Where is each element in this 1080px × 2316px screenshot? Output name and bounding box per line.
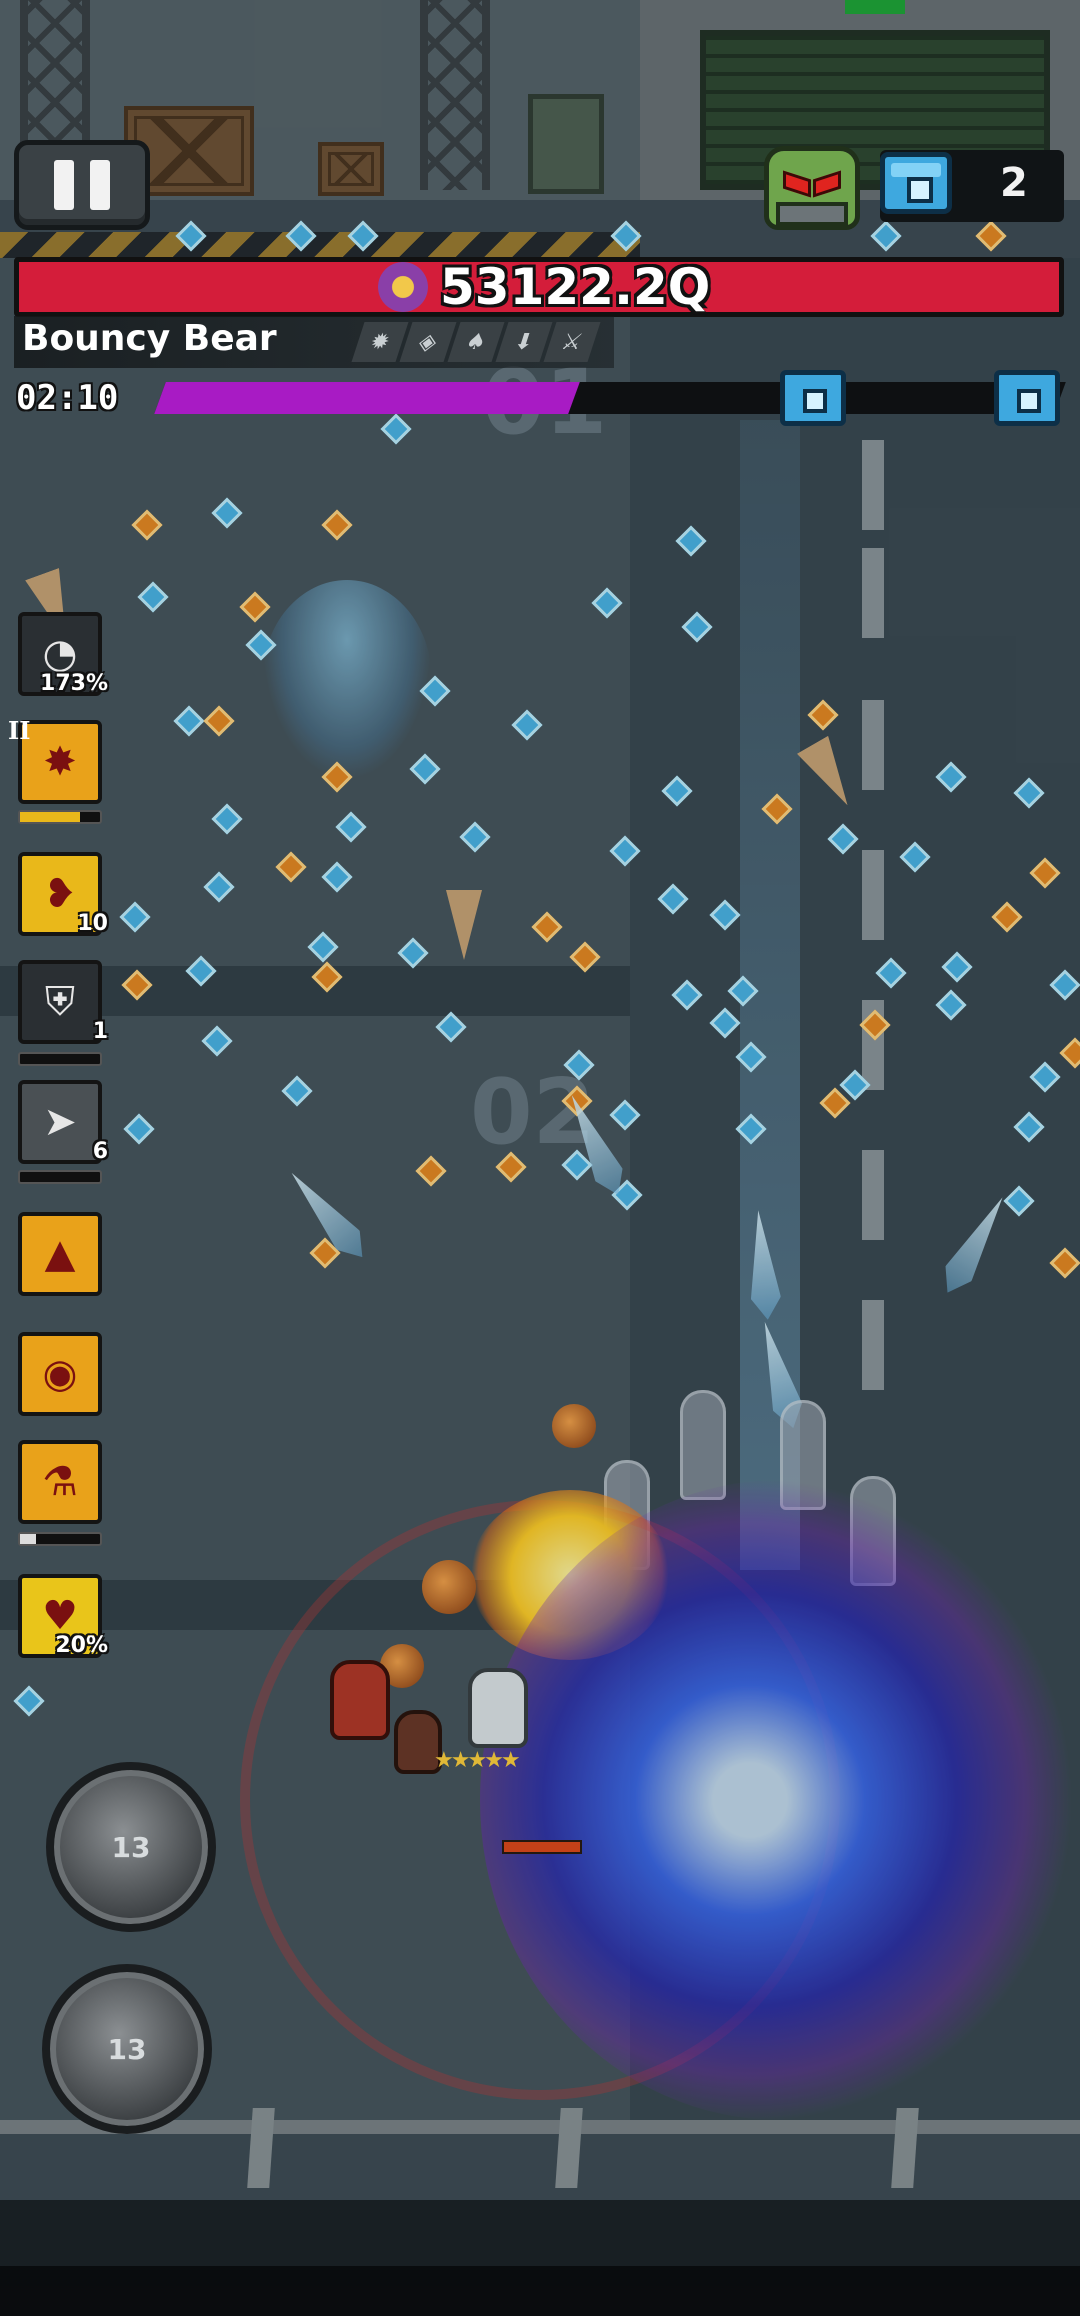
tornado-effect bbox=[262, 580, 432, 780]
penguin-upgrade-icon: ▲ bbox=[44, 1231, 76, 1277]
dash-skill-button[interactable]: 13 bbox=[42, 1964, 212, 2134]
skill-slot-cat-face: ◉ bbox=[18, 1332, 102, 1416]
boss-hp-icon bbox=[378, 262, 428, 312]
skill-progress-fill bbox=[20, 1534, 36, 1544]
rail-post bbox=[891, 2108, 919, 2188]
wave-timer: 02:10 bbox=[16, 378, 119, 418]
player-stars: ★★★★★ bbox=[434, 1748, 521, 1773]
rail-post bbox=[247, 2108, 275, 2188]
skill-progress-bar bbox=[18, 1052, 102, 1066]
skill-slot-shield: ⛨ 1 bbox=[18, 960, 108, 1044]
skill-badge: 173% bbox=[40, 671, 108, 696]
burst-icon: ✸ bbox=[43, 739, 77, 785]
skill-badge: 1 bbox=[92, 1019, 108, 1044]
shield-icon: ⛨ bbox=[45, 979, 75, 1025]
hero-penguin bbox=[468, 1668, 528, 1748]
skill-progress-bar bbox=[18, 810, 102, 824]
skill-slot-drill: ➤ 6 bbox=[18, 1080, 108, 1164]
skill-badge: 6 bbox=[92, 1139, 108, 1164]
boss-jaw bbox=[776, 202, 848, 226]
system-bottom-bar bbox=[0, 2266, 1080, 2316]
pause-button[interactable] bbox=[14, 140, 150, 230]
pause-icon bbox=[90, 160, 110, 210]
skill-tier: II bbox=[8, 716, 31, 745]
hazard-stripe bbox=[0, 232, 640, 258]
garage-light bbox=[845, 0, 905, 14]
lane-dash bbox=[862, 548, 884, 638]
gem bbox=[975, 220, 1007, 252]
wave-progress-fill bbox=[154, 382, 580, 414]
skill-slot-speedometer: ◔ 173% bbox=[18, 612, 108, 696]
lane-dash bbox=[862, 440, 884, 530]
treasure-chest-icon[interactable] bbox=[880, 152, 952, 214]
skill-badge: 10 bbox=[77, 911, 108, 936]
cooldown-label: 13 bbox=[107, 2032, 147, 2066]
lane-dash bbox=[862, 1150, 884, 1240]
chest-count: 2 bbox=[1000, 160, 1028, 206]
boss-health-value: 53122.2Q bbox=[440, 258, 711, 316]
boss-portrait bbox=[764, 138, 860, 230]
rail-post bbox=[555, 2108, 583, 2188]
drill-icon: ➤ bbox=[43, 1099, 77, 1145]
milestone-chest-icon bbox=[994, 370, 1060, 426]
wave-progress-bar bbox=[154, 382, 1066, 414]
skill-slot-heart: ♥ 20% bbox=[18, 1574, 108, 1658]
skill-badge: 20% bbox=[55, 1633, 108, 1658]
warehouse-door bbox=[528, 94, 604, 194]
gem bbox=[870, 220, 902, 252]
skill-progress-bar bbox=[18, 1532, 102, 1546]
steel-girder bbox=[420, 0, 490, 190]
cat-face-icon: ◉ bbox=[42, 1351, 78, 1397]
skill-slot-blood-drop: ❥ 10 bbox=[18, 852, 108, 936]
potion-icon: ⚗ bbox=[42, 1459, 78, 1505]
fireball bbox=[422, 1560, 476, 1614]
cooldown-label: 13 bbox=[111, 1830, 151, 1864]
skill-slot-burst: ✸ bbox=[18, 720, 102, 804]
skill-progress-fill bbox=[20, 812, 80, 822]
missile bbox=[680, 1390, 726, 1500]
ground bbox=[0, 2200, 1080, 2266]
lightning-orb bbox=[480, 1480, 1080, 2120]
milestone-chest-icon bbox=[780, 370, 846, 426]
skill-slot-potion: ⚗ bbox=[18, 1440, 102, 1524]
ultimate-skill-button[interactable]: 13 bbox=[46, 1762, 216, 1932]
fireball bbox=[552, 1404, 596, 1448]
pause-icon bbox=[54, 160, 74, 210]
lane-dash bbox=[862, 1300, 884, 1390]
lane-dash bbox=[862, 700, 884, 790]
crate bbox=[318, 142, 384, 196]
boss-name: Bouncy Bear bbox=[22, 318, 277, 359]
skill-progress-bar bbox=[18, 1170, 102, 1184]
lane-dash bbox=[862, 850, 884, 940]
player-hp-bar bbox=[502, 1840, 582, 1854]
skill-slot-penguin-upgrade: ▲ bbox=[18, 1212, 102, 1296]
hero-warrior bbox=[330, 1660, 390, 1740]
